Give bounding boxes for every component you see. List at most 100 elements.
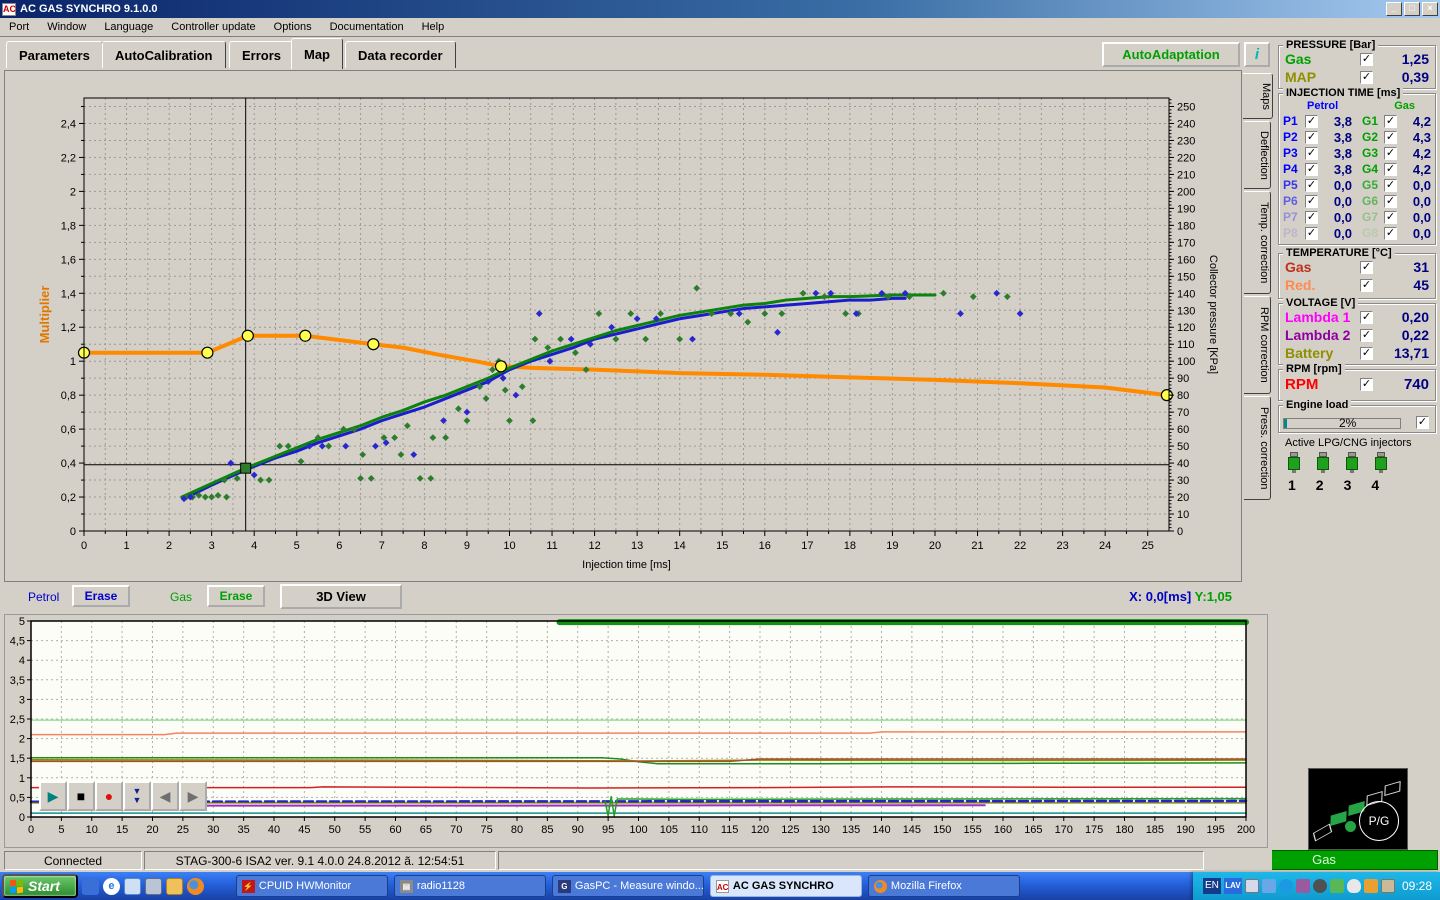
record-button[interactable]: ● — [95, 781, 123, 811]
gas-channel-checkbox[interactable]: ✓ — [1384, 163, 1397, 176]
engine-load-checkbox[interactable]: ✓ — [1416, 416, 1429, 429]
temp-gas-checkbox[interactable]: ✓ — [1360, 261, 1373, 274]
folder-icon[interactable] — [166, 878, 183, 895]
petrol-channel-checkbox[interactable]: ✓ — [1305, 115, 1318, 128]
petrol-gas-switch[interactable]: P/G — [1359, 801, 1399, 841]
svg-text:15: 15 — [716, 540, 728, 552]
gas-channel-label: G4 — [1362, 162, 1384, 176]
svg-text:125: 125 — [781, 824, 799, 836]
mail-quicklaunch-icon[interactable] — [82, 878, 99, 895]
side-tab-maps[interactable]: Maps — [1243, 73, 1273, 119]
gas-channel-checkbox[interactable]: ✓ — [1384, 211, 1397, 224]
show-desktop-icon[interactable] — [124, 878, 141, 895]
svg-text:150: 150 — [1177, 271, 1195, 283]
gas-channel-checkbox[interactable]: ✓ — [1384, 115, 1397, 128]
camera-tray-icon[interactable] — [1381, 879, 1395, 893]
3d-view-button[interactable]: 3D View — [280, 584, 402, 609]
menu-language[interactable]: Language — [95, 19, 162, 35]
tab-map[interactable]: Map — [291, 38, 343, 69]
engine-load-title: Engine load — [1283, 399, 1351, 411]
minimize-button[interactable]: _ — [1386, 2, 1402, 16]
rpm-checkbox[interactable]: ✓ — [1360, 378, 1373, 391]
fuel-level-indicator[interactable]: P/G — [1308, 768, 1408, 850]
tab-parameters[interactable]: Parameters — [6, 41, 103, 68]
taskbar-button-firefox[interactable]: Mozilla Firefox — [868, 875, 1020, 897]
media-tray-icon[interactable] — [1245, 879, 1259, 893]
svg-text:1,6: 1,6 — [61, 254, 76, 266]
petrol-channel-checkbox[interactable]: ✓ — [1305, 147, 1318, 160]
svg-text:23: 23 — [1057, 540, 1069, 552]
pressure-map-checkbox[interactable]: ✓ — [1360, 71, 1373, 84]
teamviewer-tray-icon[interactable] — [1279, 879, 1293, 893]
tab-autocalibration[interactable]: AutoCalibration — [102, 41, 226, 68]
petrol-channel-checkbox[interactable]: ✓ — [1305, 211, 1318, 224]
petrol-erase-button[interactable]: Erase — [72, 585, 130, 607]
internet-explorer-icon[interactable]: e — [103, 878, 120, 895]
battery-checkbox[interactable]: ✓ — [1360, 347, 1373, 360]
play-button[interactable]: ▶ — [39, 781, 67, 811]
svg-text:180: 180 — [1177, 220, 1195, 232]
petrol-channel-value: 0,0 — [1318, 178, 1352, 193]
autoadaptation-button[interactable]: AutoAdaptation — [1102, 42, 1240, 67]
rpm-group-title: RPM [rpm] — [1283, 363, 1345, 375]
temp-red-checkbox[interactable]: ✓ — [1360, 279, 1373, 292]
gas-info-icon[interactable]: i — [1244, 42, 1270, 67]
lav-tray-icon[interactable]: LAV — [1224, 878, 1242, 894]
side-tab-rpm-correction[interactable]: RPM correction — [1244, 296, 1271, 394]
petrol-channel-checkbox[interactable]: ✓ — [1305, 163, 1318, 176]
tab-data-recorder[interactable]: Data recorder — [345, 41, 456, 68]
maximize-button[interactable]: □ — [1404, 2, 1420, 16]
gas-channel-checkbox[interactable]: ✓ — [1384, 147, 1397, 160]
taskbar-button-radio1128[interactable]: ▤ radio1128 — [394, 875, 546, 897]
tab-errors[interactable]: Errors — [229, 41, 294, 68]
petrol-channel-checkbox[interactable]: ✓ — [1305, 131, 1318, 144]
petrol-channel-checkbox[interactable]: ✓ — [1305, 227, 1318, 240]
display-tray-icon[interactable] — [1296, 879, 1310, 893]
menu-window[interactable]: Window — [38, 19, 95, 35]
petrol-channel-checkbox[interactable]: ✓ — [1305, 179, 1318, 192]
side-tab-press-correction[interactable]: Press. correction — [1244, 396, 1271, 500]
taskbar-button-hwmonitor[interactable]: ⚡ CPUID HWMonitor — [236, 875, 388, 897]
svg-text:75: 75 — [481, 824, 493, 836]
network-tray-icon[interactable] — [1262, 879, 1276, 893]
svg-text:40: 40 — [268, 824, 280, 836]
side-tab-deflection[interactable]: Deflection — [1244, 121, 1271, 189]
language-indicator[interactable]: EN — [1203, 878, 1221, 894]
menu-help[interactable]: Help — [413, 19, 454, 35]
svg-text:13: 13 — [631, 540, 643, 552]
gas-channel-checkbox[interactable]: ✓ — [1384, 179, 1397, 192]
antivirus-tray-icon[interactable] — [1330, 879, 1344, 893]
map-chart[interactable]: 0123456789101112131415161718192021222324… — [5, 71, 1241, 581]
stop-button[interactable]: ■ — [67, 781, 95, 811]
petrol-channel-checkbox[interactable]: ✓ — [1305, 195, 1318, 208]
step-forward-button[interactable]: ▶ — [179, 781, 207, 811]
firefox-quicklaunch-icon[interactable] — [187, 878, 204, 895]
lambda2-checkbox[interactable]: ✓ — [1360, 329, 1373, 342]
gas-curve — [182, 295, 935, 497]
volume-tray-icon[interactable] — [1313, 879, 1327, 893]
taskbar-button-ac-gas-synchro[interactable]: AC AC GAS SYNCHRO — [710, 875, 862, 897]
temp-gas-value: 31 — [1373, 259, 1429, 275]
taskbar-button-gaspc[interactable]: G GasPC - Measure windo... — [552, 875, 704, 897]
jump-end-button[interactable]: ▼ ▼ — [123, 781, 151, 811]
side-tab-temp-correction[interactable]: Temp. correction — [1244, 191, 1271, 294]
lambda1-checkbox[interactable]: ✓ — [1360, 311, 1373, 324]
svg-text:1,4: 1,4 — [61, 288, 76, 300]
menu-options[interactable]: Options — [265, 19, 321, 35]
gas-erase-button[interactable]: Erase — [207, 585, 265, 607]
step-back-button[interactable]: ◀ — [151, 781, 179, 811]
pressure-gas-checkbox[interactable]: ✓ — [1360, 53, 1373, 66]
user-tray-icon[interactable] — [1364, 879, 1378, 893]
close-button[interactable]: × — [1422, 2, 1438, 16]
svg-text:190: 190 — [1176, 824, 1194, 836]
gas-channel-checkbox[interactable]: ✓ — [1384, 131, 1397, 144]
mouse-tray-icon[interactable] — [1347, 879, 1361, 893]
menu-port[interactable]: Port — [0, 19, 38, 35]
gas-channel-checkbox[interactable]: ✓ — [1384, 195, 1397, 208]
calculator-icon[interactable] — [145, 878, 162, 895]
menu-controller-update[interactable]: Controller update — [162, 19, 264, 35]
menu-documentation[interactable]: Documentation — [321, 19, 413, 35]
start-button[interactable]: Start — [2, 874, 78, 898]
gas-channel-checkbox[interactable]: ✓ — [1384, 227, 1397, 240]
svg-text:9: 9 — [464, 540, 470, 552]
